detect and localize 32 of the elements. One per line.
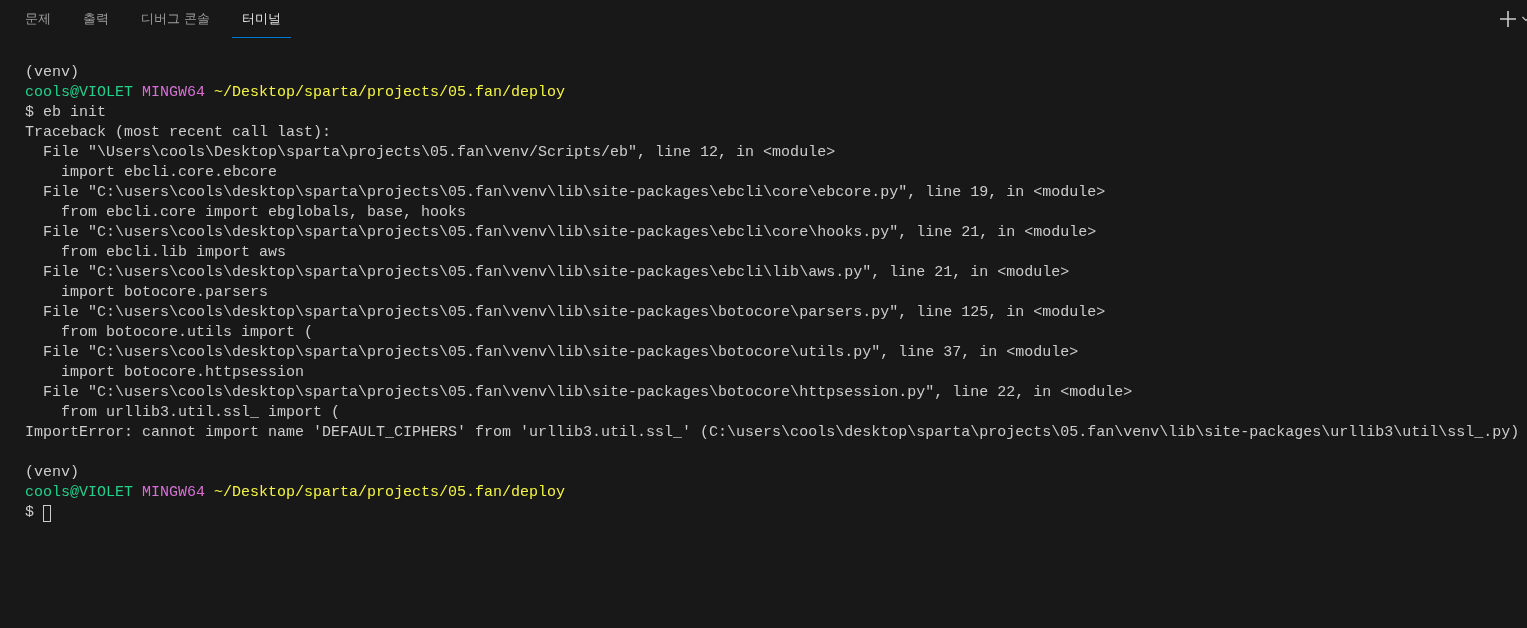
- terminal-line: File "\Users\cools\Desktop\sparta\projects\05.fan\venv/Scripts/eb", line 12, in <module>: [42, 143, 837, 163]
- plus-icon[interactable]: [1499, 10, 1517, 28]
- terminal-line: File "C:\users\cools\desktop\sparta\projects\05.fan\venv\lib\site-packages\botocore\httpsession.py", line 22, in <module>: [42, 383, 1134, 403]
- working-directory: ~/Desktop/sparta/projects/05.fan/deploy: [214, 483, 566, 503]
- prompt-symbol: $: [25, 503, 34, 523]
- terminal-line: File "C:\users\cools\desktop\sparta\projects\05.fan\venv\lib\site-packages\botocore\utils.py", line 37, in <module>: [42, 343, 1080, 363]
- panel-tab[interactable]: 출력: [73, 0, 119, 38]
- terminal-line: (venv): [25, 463, 80, 483]
- panel-tab[interactable]: 문제: [15, 0, 61, 38]
- terminal-line: (venv): [25, 63, 80, 83]
- terminal-line: Traceback (most recent call last):: [25, 123, 333, 143]
- command-text: eb init: [43, 103, 107, 123]
- user-host: cools@VIOLET: [25, 483, 134, 503]
- terminal-line: File "C:\users\cools\desktop\sparta\projects\05.fan\venv\lib\site-packages\ebcli\core\hooks.py", line 21, in <module>: [42, 223, 1098, 243]
- terminal-line: File "C:\users\cools\desktop\sparta\projects\05.fan\venv\lib\site-packages\botocore\parsers.py", line 125, in <module>: [42, 303, 1107, 323]
- terminal-line: from ebcli.lib import aws: [60, 243, 288, 263]
- prompt-symbol: $: [25, 103, 34, 123]
- panel-tab[interactable]: 터미널: [232, 0, 292, 38]
- terminal-line: ImportError: cannot import name 'DEFAULT_CIPHERS' from 'urllib3.util.ssl_' (C:\users\cools\desktop\sparta\projects\05.fan\venv\lib\site-packages\urllib3\util\ssl_.py): [25, 423, 1521, 443]
- shell-name: MINGW64: [142, 83, 206, 103]
- terminal-line: File "C:\users\cools\desktop\sparta\projects\05.fan\venv\lib\site-packages\ebcli\core\ebcore.py", line 19, in <module>: [42, 183, 1107, 203]
- terminal-line: from ebcli.core import ebglobals, base, hooks: [60, 203, 468, 223]
- terminal-line: from urllib3.util.ssl_ import (: [60, 403, 342, 423]
- terminal-line: import botocore.httpsession: [60, 363, 306, 383]
- terminal-line: from botocore.utils import (: [60, 323, 315, 343]
- user-host: cools@VIOLET: [25, 83, 134, 103]
- working-directory: ~/Desktop/sparta/projects/05.fan/deploy: [214, 83, 566, 103]
- terminal-line: import ebcli.core.ebcore: [60, 163, 279, 183]
- panel-tab[interactable]: 디버그 콘솔: [131, 0, 221, 38]
- terminal-line: import botocore.parsers: [60, 283, 270, 303]
- terminal-line: File "C:\users\cools\desktop\sparta\projects\05.fan\venv\lib\site-packages\ebcli\lib\aws.py", line 21, in <module>: [42, 263, 1071, 283]
- shell-name: MINGW64: [142, 483, 206, 503]
